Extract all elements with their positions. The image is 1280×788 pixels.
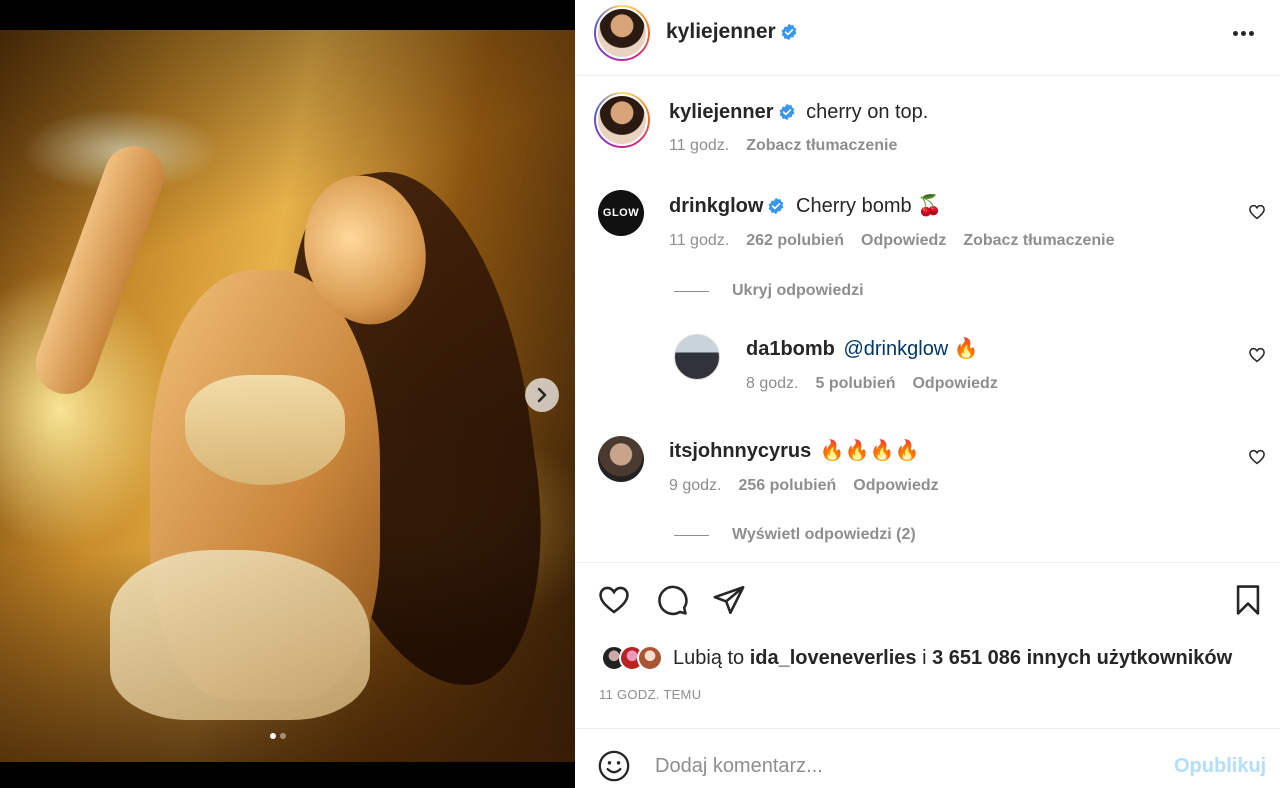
comment-reply-button[interactable]: Odpowiedz: [861, 232, 946, 250]
comment-input[interactable]: [655, 751, 1155, 781]
likes-user-link[interactable]: ida_loveneverlies: [750, 647, 917, 669]
comment-body: 🔥🔥🔥🔥: [819, 440, 920, 462]
comment-username[interactable]: drinkglow: [669, 195, 763, 217]
comment-time[interactable]: 9 godz.: [669, 477, 721, 495]
post-header: kyliejenner: [575, 0, 1280, 76]
more-horizontal-icon: [1233, 30, 1238, 36]
liker-avatar: [637, 645, 663, 671]
likes-text: Lubią to ida_loveneverlies i 3 651 086 i…: [673, 647, 1232, 670]
caption-avatar[interactable]: [594, 92, 650, 148]
caption-translate-button[interactable]: Zobacz tłumaczenie: [746, 137, 897, 155]
comment-itsjohnnycyrus: itsjohnnycyrus 🔥🔥🔥🔥: [669, 438, 919, 463]
header-username-wrap[interactable]: kyliejenner: [666, 20, 798, 44]
comment-reply-button[interactable]: Odpowiedz: [853, 477, 938, 495]
reply-username[interactable]: da1bomb: [746, 338, 835, 360]
likes-prefix: Lubią to: [673, 646, 750, 669]
comments-list[interactable]: kyliejenner cherry on top. 11 godz. Zoba…: [575, 77, 1280, 561]
avatar-logo-text: GLOW: [602, 207, 640, 219]
reply-meta: 8 godz. 5 polubień Odpowiedz: [746, 375, 998, 393]
more-options-button[interactable]: [1233, 25, 1263, 41]
caption-time[interactable]: 11 godz.: [669, 137, 729, 155]
add-comment-bar: Opublikuj: [575, 728, 1280, 788]
comment-like-heart-icon[interactable]: [1248, 448, 1266, 466]
verified-badge-icon: [769, 197, 784, 215]
view-replies-button[interactable]: Wyświetl odpowiedzi (2): [674, 526, 916, 544]
comment-username[interactable]: itsjohnnycyrus: [669, 440, 811, 462]
comment-meta: 9 godz. 256 polubień Odpowiedz: [669, 477, 939, 495]
share-paper-plane-icon[interactable]: [712, 583, 746, 617]
post-photo: [0, 30, 575, 762]
carousel-dot: [280, 733, 286, 739]
comment-likes-count[interactable]: 262 polubień: [746, 232, 844, 250]
comment-bubble-icon[interactable]: [655, 583, 689, 617]
carousel-dot-active: [270, 733, 276, 739]
reply-reply-button[interactable]: Odpowiedz: [912, 375, 997, 393]
chevron-right-icon: [537, 387, 547, 403]
emoji-smiley-icon[interactable]: [597, 749, 631, 783]
view-replies-label: Wyświetl odpowiedzi (2): [732, 526, 916, 543]
publish-button[interactable]: Opublikuj: [1174, 755, 1266, 778]
like-heart-icon[interactable]: [597, 583, 631, 617]
hide-replies-label: Ukryj odpowiedzi: [732, 282, 864, 299]
hide-replies-button[interactable]: Ukryj odpowiedzi: [674, 282, 864, 300]
comment-drinkglow: drinkglow Cherry bomb 🍒: [669, 193, 942, 218]
photo-top: [185, 375, 345, 485]
reply-da1bomb: da1bomb @drinkglow 🔥: [746, 336, 979, 361]
comment-likes-count[interactable]: 256 polubień: [738, 477, 836, 495]
likes-summary: Lubią to ida_loveneverlies i 3 651 086 i…: [601, 645, 1232, 671]
comment-avatar-itsjohnnycyrus[interactable]: [598, 436, 644, 482]
save-bookmark-icon[interactable]: [1231, 583, 1265, 617]
author-avatar[interactable]: [594, 5, 650, 61]
carousel-dots: [270, 733, 286, 739]
photo-skirt: [110, 550, 370, 720]
comment-time[interactable]: 11 godz.: [669, 232, 729, 250]
reply-like-heart-icon[interactable]: [1248, 346, 1266, 364]
comment-like-heart-icon[interactable]: [1248, 203, 1266, 221]
carousel-next-button[interactable]: [525, 378, 559, 412]
reply-likes-count[interactable]: 5 polubień: [815, 375, 895, 393]
reply-emoji: 🔥: [953, 338, 979, 360]
replies-divider-line: [674, 534, 709, 536]
post-media: [0, 0, 575, 788]
reply-avatar-da1bomb[interactable]: [674, 334, 720, 380]
post-panel: kyliejenner kyliejenner cherry on top. 1…: [575, 0, 1280, 788]
comment-translate-button[interactable]: Zobacz tłumaczenie: [963, 232, 1114, 250]
verified-badge-icon: [779, 103, 794, 121]
verified-badge-icon: [781, 23, 797, 41]
reply-time[interactable]: 8 godz.: [746, 375, 798, 393]
caption: kyliejenner cherry on top.: [669, 101, 928, 124]
caption-meta: 11 godz. Zobacz tłumaczenie: [669, 137, 897, 155]
reply-mention-link[interactable]: @drinkglow: [843, 338, 948, 360]
likes-middle: i: [916, 646, 933, 669]
comment-avatar-drinkglow[interactable]: GLOW: [598, 190, 644, 236]
comment-body: Cherry bomb 🍒: [796, 195, 943, 217]
replies-divider-line: [674, 290, 709, 292]
post-timestamp[interactable]: 11 GODZ. TEMU: [599, 687, 701, 702]
post-actions: Lubią to ida_loveneverlies i 3 651 086 i…: [575, 562, 1280, 728]
caption-text: cherry on top.: [806, 101, 929, 123]
likes-others-link[interactable]: 3 651 086 innych użytkowników: [932, 647, 1232, 669]
caption-username[interactable]: kyliejenner: [669, 101, 774, 123]
comment-meta: 11 godz. 262 polubień Odpowiedz Zobacz t…: [669, 232, 1114, 250]
header-username[interactable]: kyliejenner: [666, 20, 776, 43]
